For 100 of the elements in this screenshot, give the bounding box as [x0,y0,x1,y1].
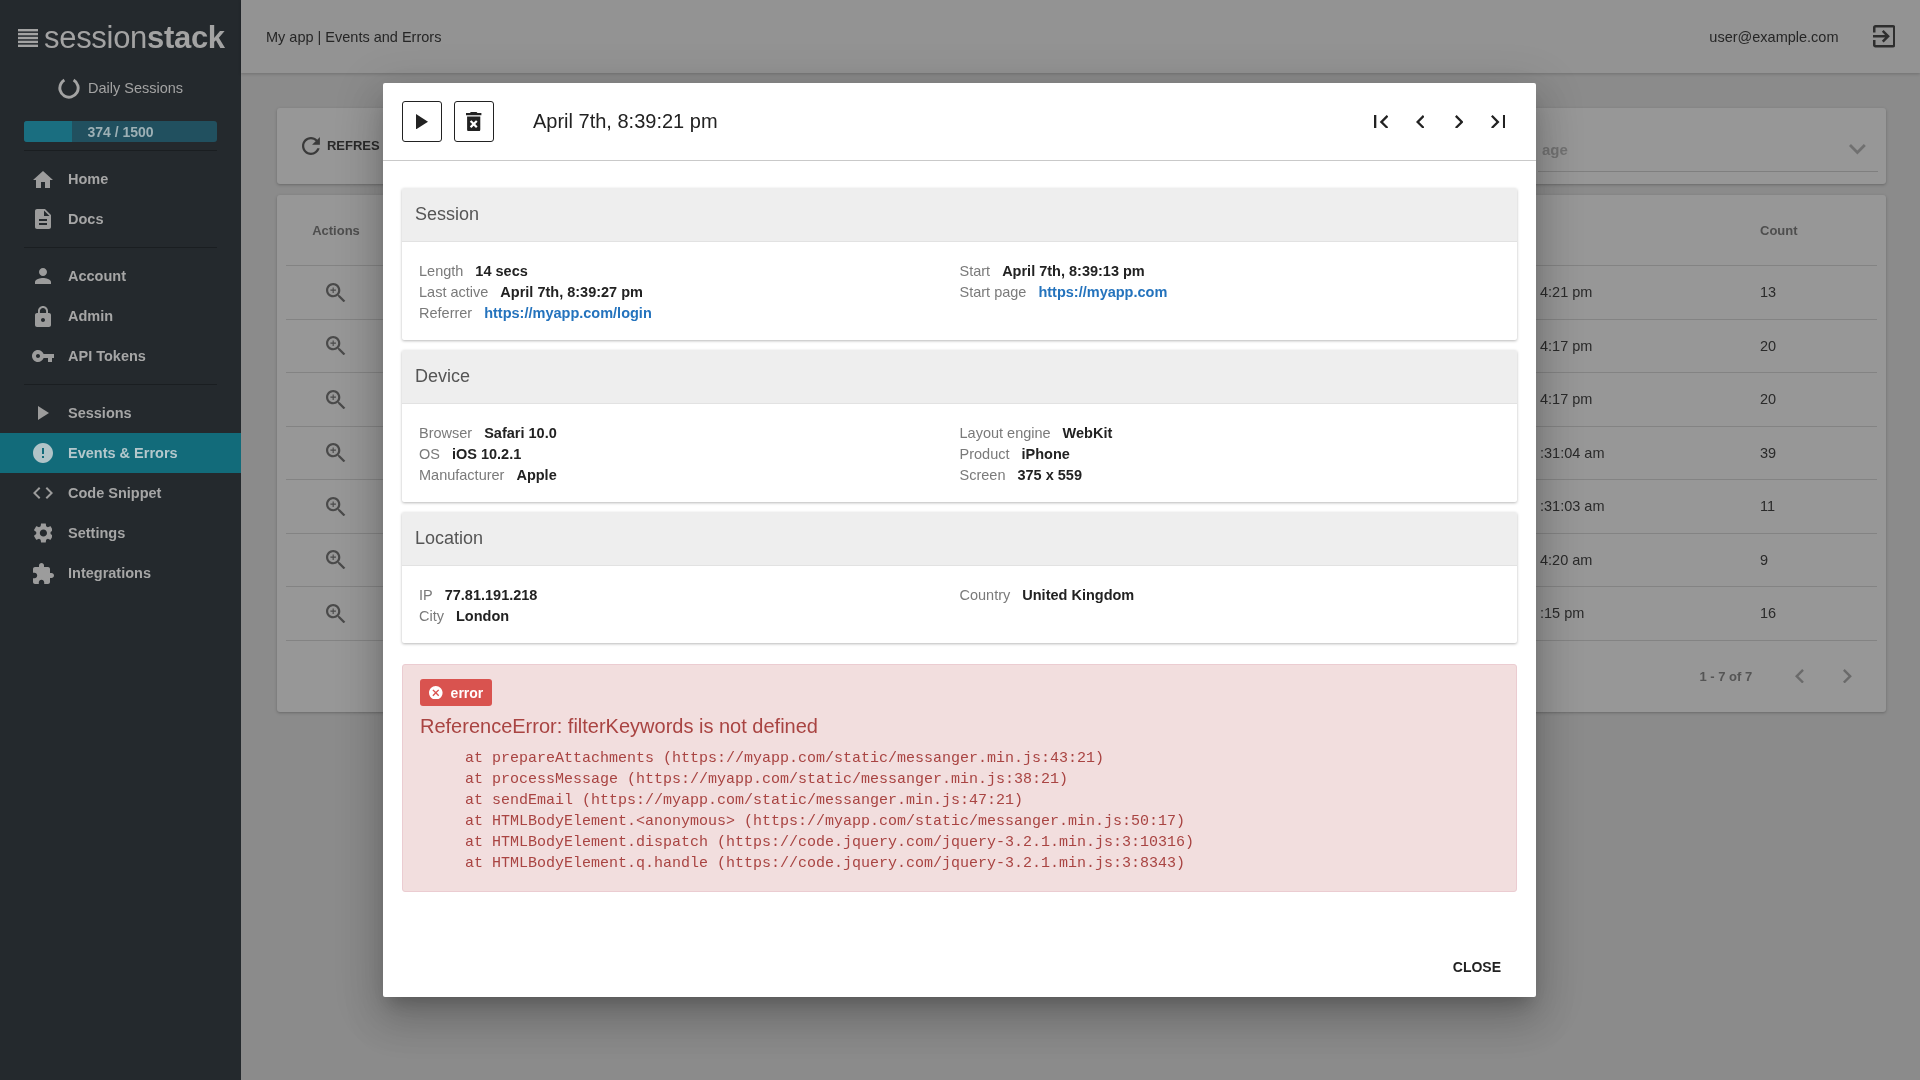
table-cell-text: 39 [1760,444,1778,461]
stack-trace-line: at HTMLBodyElement.dispatch (https://code.jquery.com/jquery-3.2.1.min.js:3:10316) [465,833,1196,853]
column-header: Count [1760,222,1799,238]
padlock-icon [35,305,51,327]
code-brackets-icon [33,487,53,499]
play-button[interactable] [402,101,442,142]
field-value: iPhone [1021,445,1070,464]
field-value: Safari 10.0 [484,424,557,443]
field-label: Referrer [419,304,473,323]
stack-trace-line: at sendEmail (https://myapp.com/static/messanger.min.js:47:21) [465,791,1025,811]
sidebar-item[interactable]: Account [0,256,241,296]
field-value: WebKit [1062,424,1113,443]
sidebar-item[interactable]: Sessions [0,393,241,433]
sidebar-item[interactable]: Docs [0,199,241,239]
sidebar-item[interactable]: Settings [0,513,241,553]
delete-button[interactable] [454,101,494,142]
first-page-icon [1373,114,1389,129]
logo-wordmark: sessionstack [44,20,225,56]
table-cell-text: :31:03 am [1540,498,1606,515]
play-icon [37,406,49,420]
field-label: Manufacturer [419,466,505,485]
error-message: ReferenceError: filterKeywords is not defined [420,714,819,738]
table-cell-text: 20 [1760,337,1778,354]
stack-trace-line: at prepareAttachments (https://myapp.com/static/messanger.min.js:43:21) [465,749,1106,769]
section-header: Location [402,512,1517,566]
field-value: Apple [516,466,557,485]
chevron-left-icon[interactable] [1795,668,1805,684]
trash-icon [466,111,482,132]
field-label: Layout engine [959,424,1051,443]
refresh-icon [302,137,320,155]
home-icon [33,170,53,188]
refresh-button[interactable]: REFRES [302,137,380,155]
link[interactable]: https://myapp.com/login [484,303,652,324]
sidebar-item[interactable]: Integrations [0,553,241,593]
field-label: Country [959,586,1011,605]
zoom-in-icon[interactable] [326,550,346,570]
column-header: Actions [312,222,360,238]
chevron-down-icon [1849,144,1866,155]
field-label: Length [419,262,464,281]
document-icon [35,209,51,229]
field-value: 375 x 559 [1017,466,1082,485]
table-cell-text: 4:21 pm [1540,284,1594,301]
sidebar-item[interactable]: API Tokens [0,336,241,376]
sidebar-item[interactable]: Events & Errors [0,433,241,473]
zoom-in-icon[interactable] [326,282,346,302]
table-cell-text: 4:17 pm [1540,391,1594,408]
field-label: Product [959,445,1010,464]
table-cell-text: 16 [1760,605,1778,622]
zoom-in-icon[interactable] [326,603,346,623]
last-page-icon [1490,114,1506,129]
stacked-lines-logo-icon [18,29,38,47]
field-value: London [456,607,510,626]
daily-sessions-label: Daily Sessions [87,80,184,96]
link[interactable]: https://myapp.com [1038,282,1168,303]
sidebar-item[interactable]: Admin [0,296,241,336]
table-cell-text: 9 [1760,551,1770,568]
field-label: City [419,607,444,626]
field-label: IP [419,586,433,605]
settings-icon [33,523,53,543]
table-cell-text: :15 pm [1540,605,1586,622]
zoom-in-icon[interactable] [326,389,346,409]
stack-trace-line: at processMessage (https://myapp.com/static/messanger.min.js:38:21) [465,770,1070,790]
ring-icon [57,77,80,99]
field-label: Last active [419,283,489,302]
field-value: April 7th, 8:39:27 pm [500,283,643,302]
close-button[interactable]: CLOSE [1436,949,1517,985]
table-cell-text: :31:04 am [1540,444,1606,461]
field-value: United Kingdom [1022,586,1135,605]
field-label: Browser [419,424,473,443]
field-label: OS [419,445,440,464]
stack-trace-line: at HTMLBodyElement.q.handle (https://code.jquery.com/jquery-3.2.1.min.js:3:8343) [465,854,1187,874]
page-title: My app | Events and Errors [266,28,442,45]
usage-reading: 374 / 1500 [87,123,154,140]
zoom-in-icon[interactable] [326,336,346,356]
pagination-range: 1 - 7 of 7 [1699,668,1753,684]
chevron-right-icon[interactable] [1843,668,1852,684]
field-value: April 7th, 8:39:13 pm [1002,262,1145,281]
puzzle-piece-icon [32,562,54,584]
play-icon [415,113,429,130]
chevron-left-icon [1415,114,1425,129]
user-email: user@example.com [1709,28,1839,45]
chevron-right-icon [1454,114,1464,129]
person-icon [35,268,51,284]
table-cell-text: 11 [1760,498,1777,515]
field-value: iOS 10.2.1 [451,445,522,464]
section-header: Session [402,188,1517,242]
zoom-in-icon[interactable] [326,443,346,463]
logout-icon [1872,25,1895,48]
field-label: Start page [959,283,1027,302]
table-cell-text: 4:17 pm [1540,337,1594,354]
key-icon [32,350,54,362]
zoom-in-icon[interactable] [326,496,346,516]
field-label: Screen [959,466,1006,485]
table-cell-text: 20 [1760,391,1778,408]
sidebar-item[interactable]: Code Snippet [0,473,241,513]
field-value: 77.81.191.218 [444,586,538,605]
sidebar-item[interactable]: Home [0,159,241,199]
logout-button[interactable] [1872,25,1895,48]
dialog-title: April 7th, 8:39:21 pm [533,110,718,133]
field-value: 14 secs [475,262,528,281]
